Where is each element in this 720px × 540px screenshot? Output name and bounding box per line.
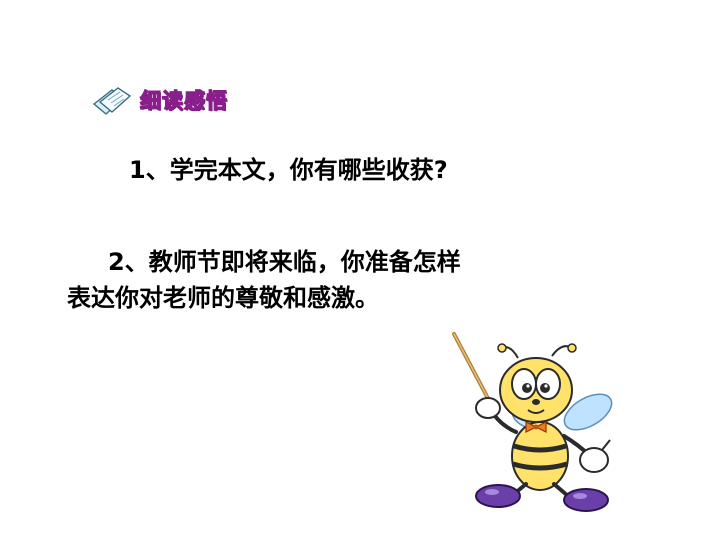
glove-left — [475, 397, 501, 419]
question-2-line-1: 2、教师节即将来临，你准备怎样 — [108, 248, 461, 276]
question-1: 1、学完本文，你有哪些收获? — [129, 156, 448, 184]
section-label: 细读感悟 — [139, 88, 228, 113]
notes-icon — [92, 87, 132, 115]
bee-teacher-illustration — [452, 332, 613, 512]
bee-body — [511, 421, 569, 491]
slide: 细读感悟 1、学完本文，你有哪些收获? 2、教师节即将来临，你准备怎样 表达你对… — [0, 0, 720, 540]
glove-right — [579, 447, 609, 473]
shoe-left — [475, 484, 521, 508]
shoe-right — [563, 488, 609, 512]
section-tag: 细读感悟 — [90, 82, 228, 118]
question-2-line-2: 表达你对老师的尊敬和感激。 — [67, 284, 379, 312]
